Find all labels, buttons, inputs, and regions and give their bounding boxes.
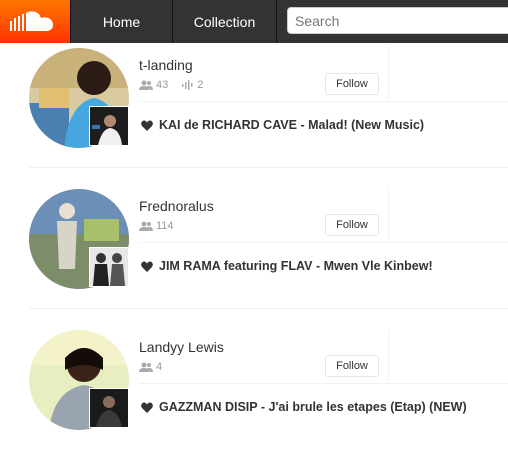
user-stats: 114 xyxy=(139,220,174,232)
liked-track-title: JIM RAMA featuring FLAV - Mwen Vle Kinbe… xyxy=(159,259,433,273)
tracks-icon xyxy=(182,80,193,90)
soundcloud-logo[interactable] xyxy=(0,0,70,43)
track-artwork-thumbnail[interactable] xyxy=(89,388,129,428)
top-navigation-bar: Home Collection xyxy=(0,0,508,43)
liked-track-title: KAI de RICHARD CAVE - Malad! (New Music) xyxy=(159,118,425,132)
followers-icon xyxy=(139,221,153,231)
liked-track[interactable]: JIM RAMA featuring FLAV - Mwen Vle Kinbe… xyxy=(141,259,433,273)
username[interactable]: t-landing xyxy=(139,57,193,73)
heart-icon xyxy=(141,120,153,131)
divider xyxy=(388,47,389,100)
divider xyxy=(139,383,508,384)
divider xyxy=(139,101,508,102)
follow-button[interactable]: Follow xyxy=(325,214,379,236)
follow-button[interactable]: Follow xyxy=(325,73,379,95)
nav-collection[interactable]: Collection xyxy=(173,0,277,43)
nav-collection-label: Collection xyxy=(193,13,256,30)
item-separator xyxy=(29,308,508,309)
divider xyxy=(139,242,508,243)
liked-track-title: GAZZMAN DISIP - J'ai brule les etapes (E… xyxy=(159,400,467,414)
feed-item: t-landing 43 2 Follow KAI de RICHARD CAV… xyxy=(0,43,508,184)
heart-icon xyxy=(141,261,153,272)
nav-home[interactable]: Home xyxy=(70,0,173,43)
track-artwork-thumbnail[interactable] xyxy=(89,106,129,146)
followers-count: 114 xyxy=(156,220,174,232)
search-input[interactable] xyxy=(287,7,508,34)
liked-track[interactable]: KAI de RICHARD CAVE - Malad! (New Music) xyxy=(141,118,424,132)
follow-button[interactable]: Follow xyxy=(325,355,379,377)
item-separator xyxy=(29,167,508,168)
username[interactable]: Frednoralus xyxy=(139,198,214,214)
followers-icon xyxy=(139,80,153,90)
track-artwork-thumbnail[interactable] xyxy=(89,247,129,287)
feed-item: Frednoralus 114 Follow JIM RAMA featurin… xyxy=(0,184,508,325)
feed-item: Landyy Lewis 4 Follow GAZZMAN DISIP - J'… xyxy=(0,325,508,466)
user-stats: 43 2 xyxy=(139,79,203,91)
user-stats: 4 xyxy=(139,361,162,373)
heart-icon xyxy=(141,402,153,413)
followers-icon xyxy=(139,362,153,372)
divider xyxy=(388,188,389,241)
nav-home-label: Home xyxy=(102,13,141,30)
followers-count: 43 xyxy=(156,79,169,91)
cloud-icon xyxy=(10,11,53,32)
divider xyxy=(388,329,389,382)
username[interactable]: Landyy Lewis xyxy=(139,339,224,355)
tracks-count: 2 xyxy=(197,79,204,91)
liked-track[interactable]: GAZZMAN DISIP - J'ai brule les etapes (E… xyxy=(141,400,467,414)
followers-count: 4 xyxy=(156,361,163,373)
